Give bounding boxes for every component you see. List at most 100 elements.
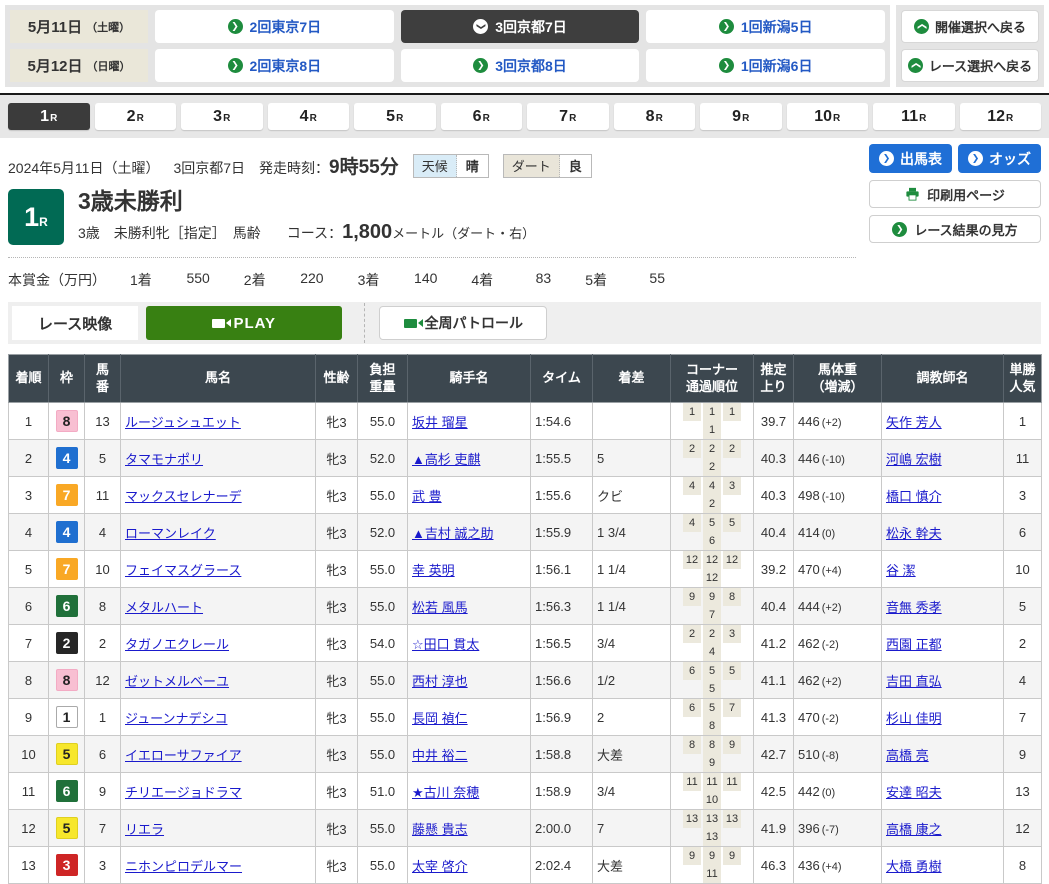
meeting-tokyo-day8-link[interactable]: 2回東京8日 <box>155 49 394 82</box>
race-title: 3歳未勝利 <box>78 189 535 214</box>
jockey-link[interactable]: 太宰 啓介 <box>412 859 468 874</box>
frame-badge: 5 <box>56 817 78 839</box>
race-tab-12r[interactable]: 12R <box>960 103 1042 130</box>
trainer-link[interactable]: 安達 昭夫 <box>886 785 942 800</box>
horse-number: 2 <box>85 625 121 662</box>
jockey-link[interactable]: 幸 英明 <box>412 563 455 578</box>
meeting-kyoto-day7-selected[interactable]: 3回京都7日 <box>401 10 640 43</box>
horse-name-link[interactable]: イエローサファイア <box>125 748 242 763</box>
race-tab-10r[interactable]: 10R <box>787 103 869 130</box>
trainer-link[interactable]: 矢作 芳人 <box>886 415 942 430</box>
corner-pos: 8 <box>703 736 721 754</box>
margin: 1 1/4 <box>593 551 671 588</box>
jockey-link[interactable]: 松若 風馬 <box>412 600 468 615</box>
result-row: 7 2 2 タガノエクレール 牝3 54.0 ☆田口 貫太 1:56.5 3/4… <box>9 625 1042 662</box>
horse-name-link[interactable]: リエラ <box>125 822 164 837</box>
trainer-link[interactable]: 谷 潔 <box>886 563 916 578</box>
col-header-kishumei: 騎手名 <box>408 355 531 403</box>
col-header-chokyoshimei: 調教師名 <box>882 355 1004 403</box>
chevron-down-icon <box>473 19 488 34</box>
race-tab-1r[interactable]: 1R <box>8 103 90 130</box>
print-page-button[interactable]: 印刷用ページ <box>869 180 1041 208</box>
body-weight: 462 <box>798 636 820 651</box>
corner-pos: 13 <box>683 810 701 828</box>
day-of-week: （土曜） <box>86 19 130 35</box>
horse-name-link[interactable]: ジューンナデシコ <box>125 711 227 726</box>
back-to-meeting-select-button[interactable]: 開催選択へ戻る <box>901 10 1039 43</box>
finish-position: 12 <box>9 810 49 847</box>
trainer-link[interactable]: 吉田 直弘 <box>886 674 942 689</box>
horse-name-link[interactable]: ニホンピロデルマー <box>125 859 242 874</box>
result-row: 13 3 3 ニホンピロデルマー 牝3 55.0 太宰 啓介 2:02.4 大差… <box>9 847 1042 884</box>
meeting-niigata-day6-link[interactable]: 1回新潟6日 <box>646 49 885 82</box>
meeting-tokyo-day7-link[interactable]: 2回東京7日 <box>155 10 394 43</box>
corner-pos: 4 <box>683 477 701 495</box>
corner-pos: 11 <box>703 773 721 791</box>
trainer-link[interactable]: 橋口 慎介 <box>886 489 942 504</box>
finish-position: 2 <box>9 440 49 477</box>
horse-name-link[interactable]: タガノエクレール <box>125 637 229 652</box>
race-tab-11r[interactable]: 11R <box>873 103 955 130</box>
trainer-link[interactable]: 西園 正都 <box>886 637 942 652</box>
trainer-link[interactable]: 音無 秀孝 <box>886 600 942 615</box>
track-value: 良 <box>560 155 591 177</box>
jockey-link[interactable]: 藤懸 貴志 <box>412 822 468 837</box>
corner-pos: 9 <box>703 588 721 606</box>
result-row: 3 7 11 マックスセレナーデ 牝3 55.0 武 豊 1:55.6 クビ 4… <box>9 477 1042 514</box>
race-tab-3r[interactable]: 3R <box>181 103 263 130</box>
jockey-link[interactable]: 坂井 瑠星 <box>412 415 468 430</box>
horse-name-link[interactable]: タマモナポリ <box>125 452 203 467</box>
race-tab-7r[interactable]: 7R <box>527 103 609 130</box>
odds-button[interactable]: オッズ <box>958 144 1041 173</box>
date-label-saturday: 5月11日 （土曜） <box>10 10 148 43</box>
carried-weight: 55.0 <box>358 847 408 884</box>
play-video-button[interactable]: PLAY <box>146 306 342 340</box>
how-to-read-results-button[interactable]: レース結果の見方 <box>869 215 1041 243</box>
jockey-link[interactable]: ▲吉村 誠之助 <box>412 526 493 541</box>
race-tab-6r[interactable]: 6R <box>441 103 523 130</box>
margin <box>593 403 671 440</box>
horse-name-link[interactable]: メタルハート <box>125 600 203 615</box>
finish-position: 6 <box>9 588 49 625</box>
back-to-race-select-button[interactable]: レース選択へ戻る <box>901 49 1039 82</box>
race-tab-4r[interactable]: 4R <box>268 103 350 130</box>
weather-badge: 天候 晴 <box>413 154 489 178</box>
jockey-link[interactable]: ★古川 奈穂 <box>412 785 479 800</box>
race-tab-8r[interactable]: 8R <box>614 103 696 130</box>
jockey-link[interactable]: 長岡 禎仁 <box>412 711 468 726</box>
corner-pos: 1 <box>703 421 721 439</box>
trainer-link[interactable]: 高橋 亮 <box>886 748 929 763</box>
horse-name-link[interactable]: ゼットメルベーユ <box>125 674 229 689</box>
jockey-link[interactable]: 武 豊 <box>412 489 442 504</box>
trainer-link[interactable]: 大橋 勇樹 <box>886 859 942 874</box>
horse-name-link[interactable]: ローマンレイク <box>125 526 216 541</box>
finish-time: 1:56.3 <box>531 588 593 625</box>
race-tab-5r[interactable]: 5R <box>354 103 436 130</box>
next-icon <box>473 58 488 73</box>
horse-name-link[interactable]: チリエージョドラマ <box>125 785 242 800</box>
trainer-link[interactable]: 高橋 康之 <box>886 822 942 837</box>
entry-table-button[interactable]: 出馬表 <box>869 144 952 173</box>
corner-pos: 5 <box>703 514 721 532</box>
win-favorite: 3 <box>1004 477 1042 514</box>
jockey-link[interactable]: 中井 裕二 <box>412 748 468 763</box>
race-tab-2r[interactable]: 2R <box>95 103 177 130</box>
meeting-niigata-day5-link[interactable]: 1回新潟5日 <box>646 10 885 43</box>
horse-name-link[interactable]: マックスセレナーデ <box>125 489 242 504</box>
carried-weight: 55.0 <box>358 662 408 699</box>
trainer-link[interactable]: 松永 幹夫 <box>886 526 942 541</box>
horse-name-link[interactable]: ルージュシュエット <box>125 415 241 430</box>
sex-age: 牝3 <box>316 736 358 773</box>
horse-name-link[interactable]: フェイマスグラース <box>125 563 241 578</box>
last-3f: 40.4 <box>754 588 794 625</box>
corner-pos: 9 <box>723 736 741 754</box>
patrol-video-button[interactable]: 全周パトロール <box>379 306 547 340</box>
race-tab-9r[interactable]: 9R <box>700 103 782 130</box>
jockey-link[interactable]: ☆田口 貫太 <box>412 637 479 652</box>
jockey-link[interactable]: 西村 淳也 <box>412 674 468 689</box>
trainer-link[interactable]: 河嶋 宏樹 <box>886 452 942 467</box>
trainer-link[interactable]: 杉山 佳明 <box>886 711 942 726</box>
body-weight-diff: (-7) <box>822 824 839 836</box>
jockey-link[interactable]: ▲高杉 吏麒 <box>412 452 480 467</box>
meeting-kyoto-day8-link[interactable]: 3回京都8日 <box>401 49 640 82</box>
